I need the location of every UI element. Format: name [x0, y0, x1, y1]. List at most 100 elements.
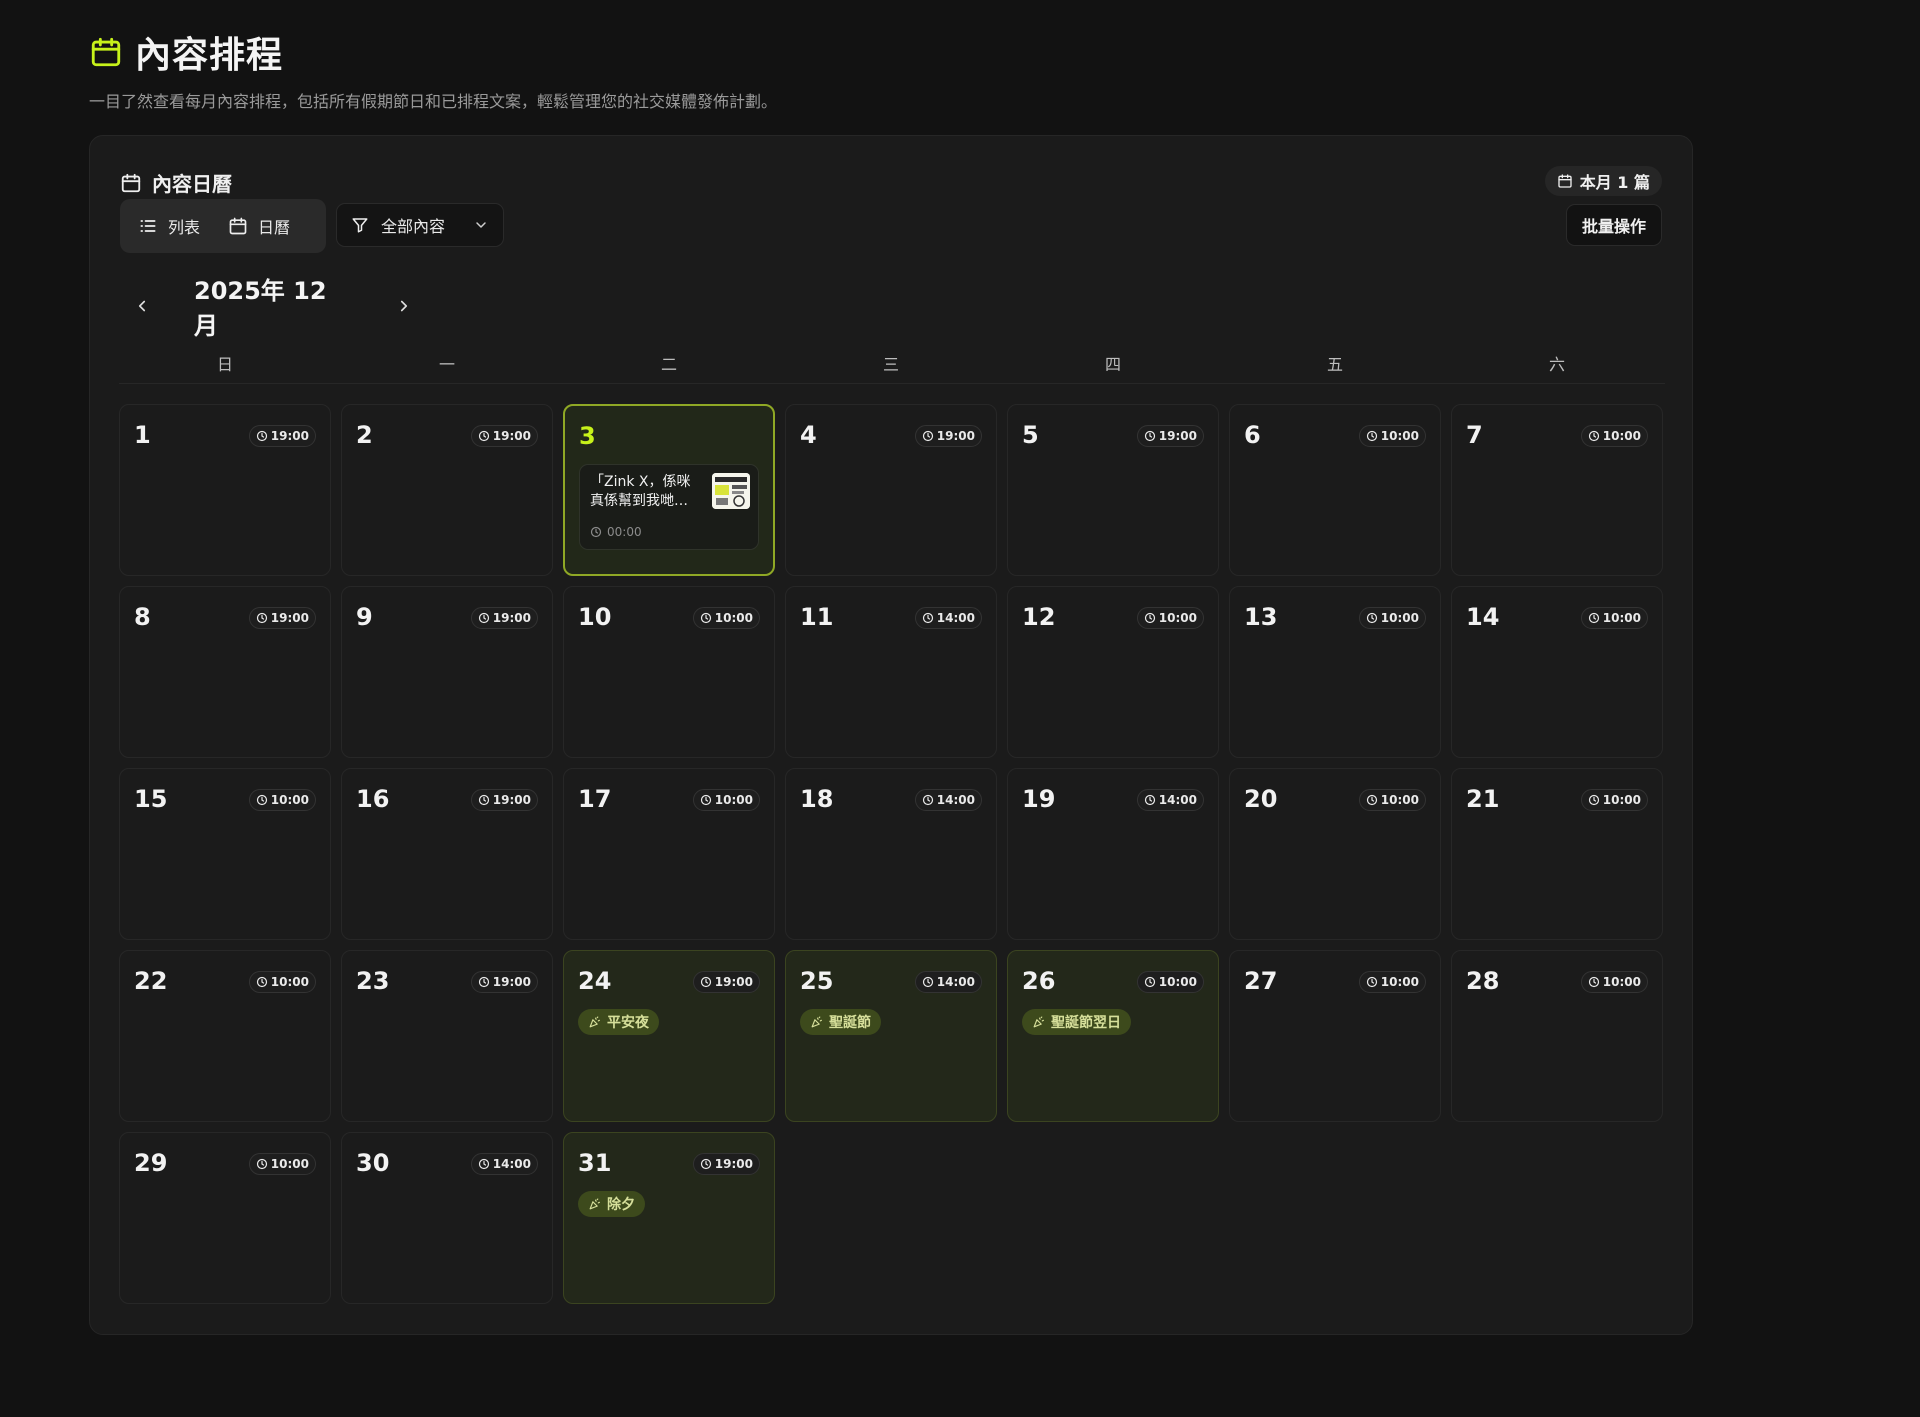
- day-number: 2: [356, 421, 373, 449]
- calendar-day-cell[interactable]: 9 19:00: [341, 586, 553, 758]
- scheduled-time-label: 19:00: [492, 611, 531, 625]
- scheduled-time-label: 10:00: [1380, 793, 1419, 807]
- calendar-day-cell[interactable]: 28 10:00: [1451, 950, 1663, 1122]
- scheduled-time-label: 19:00: [714, 975, 753, 989]
- calendar-icon: [120, 172, 142, 194]
- day-number: 4: [800, 421, 817, 449]
- scheduled-time-label: 19:00: [492, 975, 531, 989]
- month-label: 2025年 12月: [194, 277, 327, 340]
- scheduled-time-badge: 14:00: [914, 971, 982, 993]
- clock-icon: [922, 430, 934, 442]
- calendar-day-cell[interactable]: 17 10:00: [563, 768, 775, 940]
- list-view-label: 列表: [168, 218, 201, 237]
- chevron-down-icon: [473, 217, 489, 233]
- calendar-day-cell[interactable]: 16 19:00: [341, 768, 553, 940]
- scheduled-time-label: 19:00: [714, 1157, 753, 1171]
- calendar-day-cell[interactable]: 14 10:00: [1451, 586, 1663, 758]
- weekday-thu: 四: [1104, 355, 1121, 374]
- day-number: 26: [1022, 967, 1056, 995]
- scheduled-post-card[interactable]: 「Zink X，係咪真係幫到我哋… 00:00: [579, 464, 759, 550]
- calendar-day-cell[interactable]: 18 14:00: [785, 768, 997, 940]
- clock-icon: [256, 1158, 268, 1170]
- scheduled-time-label: 10:00: [714, 611, 753, 625]
- calendar-day-cell[interactable]: 23 19:00: [341, 950, 553, 1122]
- scheduled-time-badge: 19:00: [248, 607, 316, 629]
- calendar-day-cell[interactable]: 12 10:00: [1007, 586, 1219, 758]
- bulk-action-button[interactable]: 批量操作: [1566, 204, 1662, 246]
- calendar-day-cell[interactable]: 26 10:00 聖誕節翌日: [1007, 950, 1219, 1122]
- calendar-day-cell[interactable]: 15 10:00: [119, 768, 331, 940]
- holiday-label: 除夕: [607, 1197, 635, 1213]
- content-filter-select[interactable]: 全部內容: [336, 203, 504, 247]
- calendar-day-cell[interactable]: 11 14:00: [785, 586, 997, 758]
- calendar-view-button[interactable]: 日曆: [216, 206, 302, 246]
- day-number: 1: [134, 421, 151, 449]
- scheduled-time-label: 14:00: [492, 1157, 531, 1171]
- clock-icon: [1366, 976, 1378, 988]
- calendar-day-cell[interactable]: 22 10:00: [119, 950, 331, 1122]
- next-month-button[interactable]: [392, 294, 416, 318]
- calendar-day-cell[interactable]: 10 10:00: [563, 586, 775, 758]
- scheduled-time-label: 10:00: [1602, 611, 1641, 625]
- list-view-button[interactable]: 列表: [126, 206, 212, 246]
- party-popper-icon: [588, 1015, 601, 1029]
- empty-day-cell: [1451, 1132, 1663, 1304]
- day-number: 21: [1466, 785, 1500, 813]
- day-number: 16: [356, 785, 390, 813]
- scheduled-time-badge: 10:00: [248, 971, 316, 993]
- calendar-day-cell[interactable]: 5 19:00: [1007, 404, 1219, 576]
- scheduled-time-label: 10:00: [1602, 793, 1641, 807]
- day-number: 29: [134, 1149, 168, 1177]
- empty-day-cell: [785, 1132, 997, 1304]
- post-title: 「Zink X，係咪真係幫到我哋…: [590, 474, 691, 509]
- calendar-day-cell[interactable]: 25 14:00 聖誕節: [785, 950, 997, 1122]
- calendar-day-cell[interactable]: 3 「Zink X，係咪真係幫到我哋… 00:00: [563, 404, 775, 576]
- calendar-day-cell[interactable]: 20 10:00: [1229, 768, 1441, 940]
- calendar-day-cell[interactable]: 24 19:00 平安夜: [563, 950, 775, 1122]
- calendar-day-cell[interactable]: 13 10:00: [1229, 586, 1441, 758]
- page-subtitle: 一目了然查看每月內容排程，包括所有假期節日和已排程文案，輕鬆管理您的社交媒體發佈…: [89, 92, 778, 111]
- filter-icon: [351, 216, 369, 234]
- day-number: 10: [578, 603, 612, 631]
- scheduled-time-label: 14:00: [936, 793, 975, 807]
- calendar-day-cell[interactable]: 30 14:00: [341, 1132, 553, 1304]
- calendar-day-cell[interactable]: 1 19:00: [119, 404, 331, 576]
- clock-icon: [478, 430, 490, 442]
- calendar-day-cell[interactable]: 7 10:00: [1451, 404, 1663, 576]
- scheduled-time-label: 10:00: [1158, 611, 1197, 625]
- scheduled-time-badge: 10:00: [248, 1153, 316, 1175]
- calendar-day-cell[interactable]: 31 19:00 除夕: [563, 1132, 775, 1304]
- clock-icon: [256, 612, 268, 624]
- clock-icon: [1588, 794, 1600, 806]
- scheduled-time-label: 14:00: [936, 611, 975, 625]
- calendar-day-cell[interactable]: 6 10:00: [1229, 404, 1441, 576]
- calendar-day-cell[interactable]: 8 19:00: [119, 586, 331, 758]
- calendar-day-cell[interactable]: 2 19:00: [341, 404, 553, 576]
- calendar-day-cell[interactable]: 4 19:00: [785, 404, 997, 576]
- clock-icon: [1144, 794, 1156, 806]
- scheduled-time-badge: 19:00: [692, 971, 760, 993]
- scheduled-time-badge: 14:00: [914, 789, 982, 811]
- scheduled-time-label: 10:00: [270, 1157, 309, 1171]
- prev-month-button[interactable]: [130, 294, 154, 318]
- clock-icon: [1366, 612, 1378, 624]
- holiday-label: 平安夜: [607, 1015, 649, 1031]
- clock-icon: [256, 430, 268, 442]
- calendar-day-cell[interactable]: 19 14:00: [1007, 768, 1219, 940]
- day-number: 30: [356, 1149, 390, 1177]
- clock-icon: [700, 976, 712, 988]
- scheduled-time-label: 10:00: [1602, 429, 1641, 443]
- scheduled-time-label: 10:00: [714, 793, 753, 807]
- card-title: 內容日曆: [152, 172, 232, 196]
- day-number: 13: [1244, 603, 1278, 631]
- scheduled-time-label: 19:00: [270, 611, 309, 625]
- scheduled-time-label: 10:00: [1380, 975, 1419, 989]
- calendar-day-cell[interactable]: 29 10:00: [119, 1132, 331, 1304]
- calendar-day-cell[interactable]: 27 10:00: [1229, 950, 1441, 1122]
- weekday-sun: 日: [216, 355, 233, 374]
- calendar-day-cell[interactable]: 21 10:00: [1451, 768, 1663, 940]
- content-schedule-page: 內容排程 一目了然查看每月內容排程，包括所有假期節日和已排程文案，輕鬆管理您的社…: [0, 0, 1920, 1417]
- day-number: 22: [134, 967, 168, 995]
- scheduled-time-badge: 10:00: [1136, 607, 1204, 629]
- day-number: 25: [800, 967, 834, 995]
